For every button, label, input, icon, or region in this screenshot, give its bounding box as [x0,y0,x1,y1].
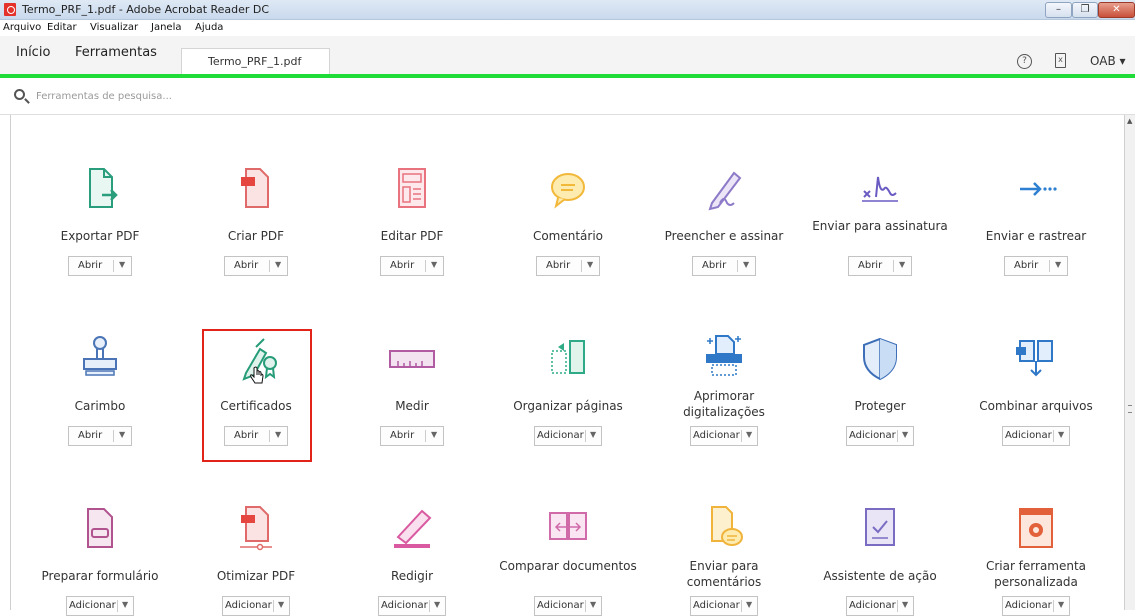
tool-label: Proteger [854,399,906,413]
hand-cursor-icon [250,366,264,384]
tool-label: Enviar para assinatura [812,219,948,233]
scroll-grip[interactable] [1128,405,1132,413]
action-wizard-icon [865,508,895,546]
title-bar: Termo_PRF_1.pdf - Adobe Acrobat Reader D… [0,0,1135,20]
tool-label: Enviar para comentários [686,559,762,589]
add-button[interactable]: Adicionar ▼ [534,426,602,446]
add-button[interactable]: Adicionar ▼ [534,596,602,616]
stamp-icon [83,336,117,376]
menu-arquivo[interactable]: Arquivo [3,22,41,33]
window-title: Termo_PRF_1.pdf - Adobe Acrobat Reader D… [22,3,270,16]
tab-document[interactable]: Termo_PRF_1.pdf [181,48,330,74]
edit-pdf-icon [398,168,426,208]
menu-janela[interactable]: Janela [151,22,181,33]
tools-search-bar [0,78,1135,115]
add-button[interactable]: Adicionar ▼ [1002,596,1070,616]
scroll-up-arrow-icon[interactable]: ▲ [1127,117,1132,125]
tab-tools[interactable]: Ferramentas [75,45,157,60]
tool-label: Otimizar PDF [216,569,296,583]
tab-bar: Início Ferramentas [0,36,1135,76]
open-button[interactable]: Abrir ▼ [380,256,444,276]
tool-label: Redigir [390,569,434,583]
protect-icon [863,337,897,381]
send-comments-icon [711,506,743,546]
open-button[interactable]: Abrir ▼ [848,256,912,276]
tool-label: Criar ferramenta personalizada [985,559,1087,589]
organize-pages-icon [551,340,585,374]
tool-label: Medir [395,399,429,413]
tool-label: Carimbo [74,399,126,413]
minimize-button[interactable]: – [1045,2,1072,18]
optimize-pdf-icon [240,506,272,551]
open-button[interactable]: Abrir ▼ [380,426,444,446]
tools-search-input[interactable] [36,87,636,105]
tool-label: Combinar arquivos [979,399,1093,413]
open-button[interactable]: Abrir ▼ [68,426,132,446]
vertical-scrollbar[interactable]: ▲ [1125,115,1135,610]
maximize-button[interactable]: ❐ [1072,2,1098,18]
open-button[interactable]: Abrir ▼ [692,256,756,276]
add-button[interactable]: Adicionar ▼ [222,596,290,616]
add-button[interactable]: Adicionar ▼ [846,426,914,446]
menu-ajuda[interactable]: Ajuda [195,22,223,33]
close-button[interactable]: ✕ [1098,2,1135,18]
tool-label: Preencher e assinar [664,229,784,243]
comment-icon [551,173,585,209]
mobile-link-icon[interactable]: x [1055,53,1066,68]
add-button[interactable]: Adicionar ▼ [66,596,134,616]
tool-label: Exportar PDF [60,229,140,243]
send-track-icon [1020,182,1057,196]
export-pdf-icon [89,168,118,208]
tool-label: Preparar formulário [41,569,159,583]
search-icon [14,89,25,100]
measure-icon [389,350,435,368]
tool-label: Assistente de ação [823,569,937,583]
fill-sign-icon [708,171,742,211]
tab-home[interactable]: Início [16,45,50,60]
tool-label: Editar PDF [380,229,444,243]
open-button[interactable]: Abrir ▼ [68,256,132,276]
enhance-scans-icon [706,335,742,376]
create-pdf-icon [241,168,269,208]
menu-bar: Arquivo Editar Visualizar Janela Ajuda [0,20,1135,36]
tool-label: Comentário [532,229,604,243]
highlight-box [202,329,312,462]
tool-label: Organizar páginas [513,399,623,413]
acrobat-app-icon [4,3,16,16]
add-button[interactable]: Adicionar ▼ [378,596,446,616]
combine-files-icon [1016,340,1053,377]
help-icon[interactable]: ? [1017,54,1032,69]
compare-documents-icon [549,512,587,540]
custom-tool-icon [1019,508,1053,548]
document-tab-label: Termo_PRF_1.pdf [208,55,302,68]
add-button[interactable]: Adicionar ▼ [1002,426,1070,446]
menu-editar[interactable]: Editar [47,22,77,33]
redact-icon [394,509,432,548]
tool-label: Criar PDF [227,229,285,243]
tool-label: Enviar e rastrear [985,229,1087,243]
open-button[interactable]: Abrir ▼ [224,256,288,276]
tool-label: Aprimorar digitalizações [683,389,765,419]
add-button[interactable]: Adicionar ▼ [690,426,758,446]
open-button[interactable]: Abrir ▼ [536,256,600,276]
prepare-form-icon [87,508,113,548]
add-button[interactable]: Adicionar ▼ [846,596,914,616]
menu-visualizar[interactable]: Visualizar [90,22,138,33]
tool-label: Comparar documentos [499,559,637,573]
account-menu[interactable]: OAB ▾ [1090,54,1126,68]
add-button[interactable]: Adicionar ▼ [690,596,758,616]
send-signature-icon [862,176,898,202]
open-button[interactable]: Abrir ▼ [1004,256,1068,276]
